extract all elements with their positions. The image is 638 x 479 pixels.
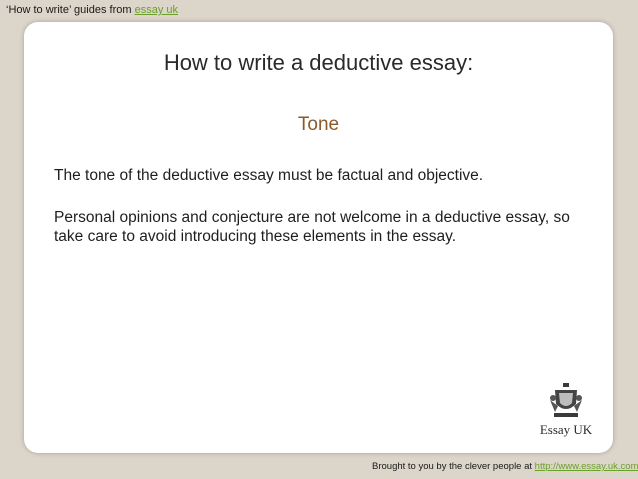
essay-uk-logo: Essay UK xyxy=(530,382,602,438)
header-caption: ‘How to write’ guides from essay uk xyxy=(6,4,178,16)
crest-icon xyxy=(550,383,582,417)
paragraph-factual: The tone of the deductive essay must be … xyxy=(54,167,484,184)
slide-panel: How to write a deductive essay: Tone The… xyxy=(24,22,613,453)
footer-prefix: Brought to you by the clever people at xyxy=(372,461,535,472)
paragraph-opinions: Personal opinions and conjecture are not… xyxy=(54,209,570,245)
slide-title: How to write a deductive essay: xyxy=(163,50,474,75)
section-heading: Tone xyxy=(297,114,340,135)
essay-uk-url-link[interactable]: http://www.essay.uk.com xyxy=(535,461,638,472)
logo-text: Essay UK xyxy=(539,422,593,437)
essay-uk-link[interactable]: essay uk xyxy=(135,4,178,16)
header-prefix: ‘How to write’ guides from xyxy=(6,4,135,16)
footer-caption: Brought to you by the clever people at h… xyxy=(372,461,638,472)
